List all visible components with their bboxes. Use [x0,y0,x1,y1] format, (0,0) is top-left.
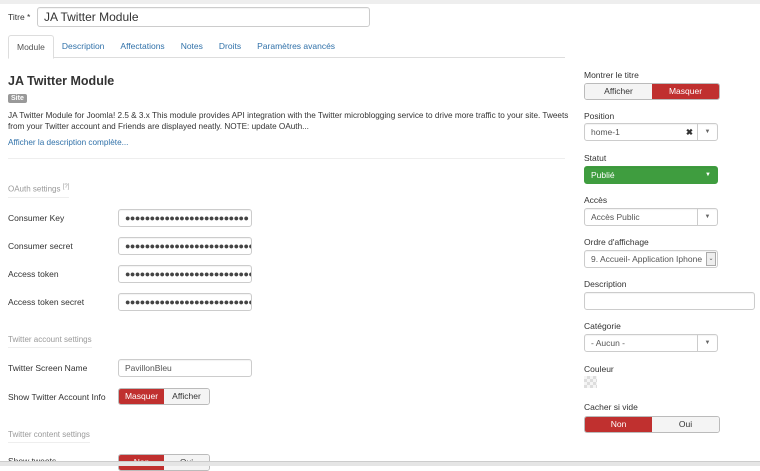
status-select[interactable]: Publié ▼ [584,166,718,184]
show-title-toggle: Afficher Masquer [584,83,720,100]
consumer-secret-label: Consumer secret [8,241,73,251]
tab-description[interactable]: Description [54,35,113,57]
access-select[interactable]: Accès Public ▼ [584,208,718,226]
status-value: Publié [591,170,615,180]
description-line: from your Twitter account and Friends ar… [8,122,309,131]
afficher-button[interactable]: Afficher [585,84,652,99]
ordering-select[interactable]: 9. Accueil- Application Iphone ⌄ [584,250,718,268]
oauth-legend-text: OAuth settings [8,184,61,194]
account-legend: Twitter account settings [8,335,92,348]
show-title-label: Montrer le titre [584,70,639,80]
status-label: Statut [584,153,607,163]
screen-name-label: Twitter Screen Name [8,363,88,373]
tab-affectations[interactable]: Affectations [112,35,172,57]
divider [8,158,565,159]
bottom-status-bar [0,461,760,466]
category-label: Catégorie [584,321,621,331]
caret-down-icon[interactable]: ▼ [697,124,717,140]
masquer-button[interactable]: Masquer [652,84,719,99]
ordering-label: Ordre d'affichage [584,237,649,247]
top-bar [0,0,760,4]
tab-notes[interactable]: Notes [173,35,211,57]
color-label: Couleur [584,364,614,374]
caret-down-icon: ▼ [697,335,717,351]
caret-down-icon: ▼ [705,172,711,178]
consumer-key-label: Consumer Key [8,213,65,223]
module-heading: JA Twitter Module [8,74,115,88]
position-label: Position [584,111,615,121]
show-account-info-toggle: Masquer Afficher [118,388,210,405]
access-value: Accès Public [591,212,640,222]
tab-parametres-avances[interactable]: Paramètres avancés [249,35,343,57]
non-button[interactable]: Non [585,417,652,432]
masquer-button[interactable]: Masquer [119,389,164,404]
consumer-secret-input[interactable]: ●●●●●●●●●●●●●●●●●●●●●●●●●●● [118,237,252,255]
access-token-label: Access token [8,269,59,279]
clear-icon[interactable]: ✖ [686,124,693,140]
show-full-description-link[interactable]: Afficher la description complète... [8,138,128,147]
category-select[interactable]: - Aucun - ▼ [584,334,718,352]
hide-empty-label: Cacher si vide [584,402,638,412]
content-legend: Twitter content settings [8,430,90,443]
color-swatch[interactable] [584,376,597,388]
access-token-secret-input[interactable]: ●●●●●●●●●●●●●●●●●●●●●●●●●●● [118,293,252,311]
description-label: Description [584,279,627,289]
site-badge: Site [8,94,27,103]
tab-module[interactable]: Module [8,35,54,59]
category-value: - Aucun - [591,338,626,348]
position-value: home-1 [591,127,620,137]
caret-down-icon: ▼ [697,209,717,225]
tab-droits[interactable]: Droits [211,35,249,57]
description-line: JA Twitter Module for Joomla! 2.5 & 3.x … [8,111,569,120]
consumer-key-input[interactable]: ●●●●●●●●●●●●●●●●●●●●●●●●● [118,209,252,227]
oauth-legend: OAuth settings [?] [8,184,70,198]
module-description: JA Twitter Module for Joomla! 2.5 & 3.x … [8,110,568,132]
screen-name-input[interactable]: PavillonBleu [118,359,252,377]
title-label: Titre * [8,12,31,22]
access-token-secret-label: Access token secret [8,297,85,307]
access-label: Accès [584,195,608,205]
access-token-input[interactable]: ●●●●●●●●●●●●●●●●●●●●●●●●●●● [118,265,252,283]
hide-empty-toggle: Non Oui [584,416,720,433]
afficher-button[interactable]: Afficher [164,389,209,404]
title-input[interactable]: JA Twitter Module [37,7,370,27]
ordering-value: 9. Accueil- Application Iphone [591,254,703,264]
description-input[interactable] [584,292,755,310]
show-account-info-label: Show Twitter Account Info [8,392,106,402]
help-link[interactable]: [?] [63,184,70,190]
chevron-down-icon: ⌄ [706,252,716,266]
oui-button[interactable]: Oui [652,417,719,432]
position-select[interactable]: home-1 ✖ ▼ [584,123,718,141]
tab-bar: Module Description Affectations Notes Dr… [8,35,565,59]
